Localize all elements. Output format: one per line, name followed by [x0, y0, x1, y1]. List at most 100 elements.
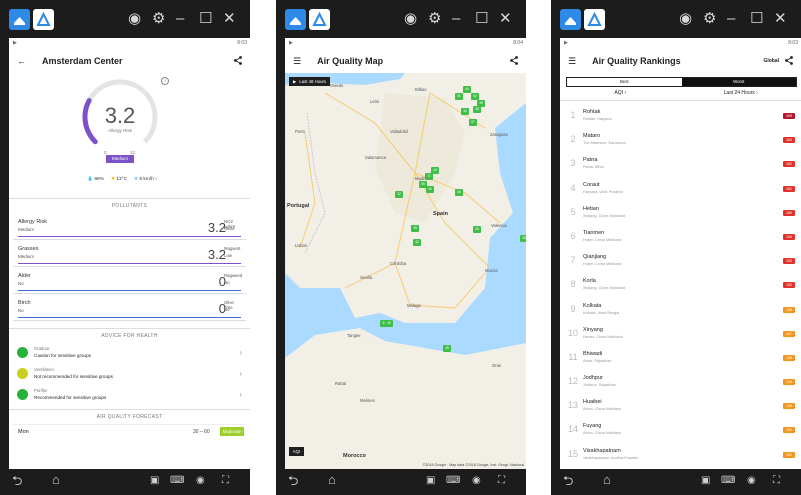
share-icon[interactable]: [785, 55, 793, 67]
advice-row[interactable]: Ventilation Not recommended for sensitive…: [13, 364, 246, 385]
back-nav-icon[interactable]: ⮌: [563, 472, 573, 494]
ranking-row[interactable]: 8 Korla Xinjiang, China Mainland 152: [560, 274, 801, 298]
ranking-row[interactable]: 2 Mataro The Maresme, Barcelona 164: [560, 129, 801, 153]
close-icon[interactable]: ✕: [223, 10, 236, 28]
aqi-marker[interactable]: 48: [443, 345, 451, 352]
aqi-marker[interactable]: 42: [413, 239, 421, 246]
record-icon[interactable]: ◉: [128, 10, 141, 28]
minimize-icon[interactable]: –: [727, 10, 735, 28]
menu-icon[interactable]: ☰: [568, 56, 576, 67]
metric-filter[interactable]: AQI ›: [560, 87, 681, 100]
minimize-icon[interactable]: –: [176, 10, 184, 28]
map-view[interactable]: Bilbao Oviedo León Valladolid Zaragoza Salama…: [285, 73, 526, 469]
settings-gear-icon[interactable]: ⚙: [703, 10, 716, 28]
ranking-row[interactable]: 13 Huaibei Anhui, China Mainland 143: [560, 395, 801, 419]
ranking-row[interactable]: 11 Bhiwadi Alwar, Rajasthan 146: [560, 347, 801, 371]
time-range-chip[interactable]: ▶ Last 48 Hours: [289, 77, 331, 86]
ranking-row[interactable]: 9 Kolkata Kolkata, West Bengal 148: [560, 299, 801, 323]
period-filter-label: Last 24 Hours: [723, 90, 755, 96]
aqi-marker[interactable]: 49: [385, 320, 393, 327]
aqi-marker[interactable]: 35: [520, 235, 526, 242]
back-arrow-icon[interactable]: ←: [17, 56, 26, 66]
fullscreen-icon[interactable]: ⛶: [498, 475, 505, 486]
keyboard-icon[interactable]: ⌨: [446, 475, 460, 486]
pollutant-row[interactable]: Allergy Risk Medium 3.2 NO2 µg/m³ Good: [13, 213, 246, 240]
keyboard-icon[interactable]: ⌨: [721, 475, 735, 486]
aqi-marker[interactable]: 44: [463, 86, 471, 93]
screenshot-icon[interactable]: ▣: [701, 475, 710, 486]
eye-icon[interactable]: ◉: [196, 475, 205, 486]
city-region: Kolkata, West Bengal: [583, 310, 620, 315]
home-app-tile[interactable]: [560, 9, 581, 30]
back-nav-icon[interactable]: ⮌: [12, 472, 22, 494]
aqi-marker[interactable]: 40: [473, 226, 481, 233]
aqi-marker[interactable]: 51: [455, 93, 463, 100]
forecast-row[interactable]: Mon 30 – 60 Moderate: [13, 424, 246, 440]
aqi-marker[interactable]: 57: [469, 119, 477, 126]
eye-icon[interactable]: ◉: [747, 475, 756, 486]
aqi-toggle-button[interactable]: AQI: [289, 447, 304, 456]
record-icon[interactable]: ◉: [404, 10, 417, 28]
ranking-row[interactable]: 10 Xinyang Henan, China Mainland 147: [560, 323, 801, 347]
record-icon[interactable]: ◉: [679, 10, 692, 28]
share-icon[interactable]: [234, 55, 242, 67]
ranking-row[interactable]: 6 Tianmen Hubei, China Mainland 154: [560, 226, 801, 250]
menu-icon[interactable]: ☰: [293, 56, 301, 67]
screenshot-icon[interactable]: ▣: [426, 475, 435, 486]
ranking-row[interactable]: 15 Visakhapatnam Visakhapatnam, Andhra Pra…: [560, 444, 801, 468]
info-icon[interactable]: i: [161, 77, 169, 85]
home-nav-icon[interactable]: ⌂: [328, 472, 336, 487]
pollutant-row[interactable]: Alder No 0 Ragweed No: [13, 267, 246, 294]
fullscreen-icon[interactable]: ⛶: [222, 475, 229, 486]
close-icon[interactable]: ✕: [499, 10, 512, 28]
minimize-icon[interactable]: –: [452, 10, 460, 28]
app-launcher-tile[interactable]: [584, 9, 605, 30]
aqi-marker[interactable]: 32: [395, 191, 403, 198]
aqi-badge: 154: [783, 233, 795, 240]
advice-row[interactable]: Outdoor Caution for sensitive groups ›: [13, 343, 246, 364]
ranking-row[interactable]: 7 Qianjiang Hubei, China Mainland 153: [560, 250, 801, 274]
fullscreen-icon[interactable]: ⛶: [773, 475, 780, 486]
period-filter[interactable]: Last 24 Hours ›: [681, 87, 801, 100]
aqi-marker[interactable]: 44: [431, 167, 439, 174]
aqi-marker[interactable]: 62: [471, 93, 479, 100]
city-region: Anhui, China Mainland: [583, 407, 622, 412]
ranking-row[interactable]: 4 Coraut Haryana, Uttar Pradesh 161: [560, 178, 801, 202]
home-app-tile[interactable]: [285, 9, 306, 30]
screenshot-icon[interactable]: ▣: [150, 475, 159, 486]
top-app-bar: ← Amsterdam Center: [9, 49, 250, 73]
tab-best[interactable]: Best: [567, 78, 682, 86]
home-app-tile[interactable]: [9, 9, 30, 30]
app-launcher-tile[interactable]: [309, 9, 330, 30]
maximize-icon[interactable]: ☐: [199, 10, 212, 28]
keyboard-icon[interactable]: ⌨: [170, 475, 184, 486]
aqi-marker[interactable]: 71: [425, 173, 433, 180]
aqi-marker[interactable]: 40: [426, 186, 434, 193]
pollutant-row[interactable]: Birch No 0 Olive Tree No: [13, 294, 246, 321]
chevron-right-icon[interactable]: ›: [155, 177, 157, 182]
maximize-icon[interactable]: ☐: [475, 10, 488, 28]
settings-gear-icon[interactable]: ⚙: [152, 10, 165, 28]
aqi-marker[interactable]: 40: [461, 108, 469, 115]
region-selector[interactable]: Global: [763, 58, 779, 64]
ranking-row[interactable]: 5 Hetian Xinjiang, China Mainland 160: [560, 202, 801, 226]
app-launcher-tile[interactable]: [33, 9, 54, 30]
close-icon[interactable]: ✕: [774, 10, 787, 28]
ranking-row[interactable]: 14 Fuyang Anhui, China Mainland 142: [560, 419, 801, 443]
aqi-marker[interactable]: 38: [411, 225, 419, 232]
back-nav-icon[interactable]: ⮌: [288, 472, 298, 494]
settings-gear-icon[interactable]: ⚙: [428, 10, 441, 28]
aqi-marker[interactable]: 38: [473, 106, 481, 113]
pollutant-row[interactable]: Grasses Medium 3.2 Mugwort Low: [13, 240, 246, 267]
ranking-row[interactable]: 1 Rohtak Rohtak, Haryana 409: [560, 105, 801, 129]
share-icon[interactable]: [510, 55, 518, 67]
ranking-row[interactable]: 12 Jodhpur Jodhpur, Rajasthan 144: [560, 371, 801, 395]
aqi-marker[interactable]: 46: [455, 189, 463, 196]
eye-icon[interactable]: ◉: [472, 475, 481, 486]
home-nav-icon[interactable]: ⌂: [52, 472, 60, 487]
advice-row[interactable]: Purifier Recommended for sensitive groups…: [13, 385, 246, 406]
tab-worst[interactable]: Worst: [681, 78, 796, 86]
ranking-row[interactable]: 3 Patna Patna, Bihar 162: [560, 153, 801, 177]
maximize-icon[interactable]: ☐: [750, 10, 763, 28]
home-nav-icon[interactable]: ⌂: [603, 472, 611, 487]
